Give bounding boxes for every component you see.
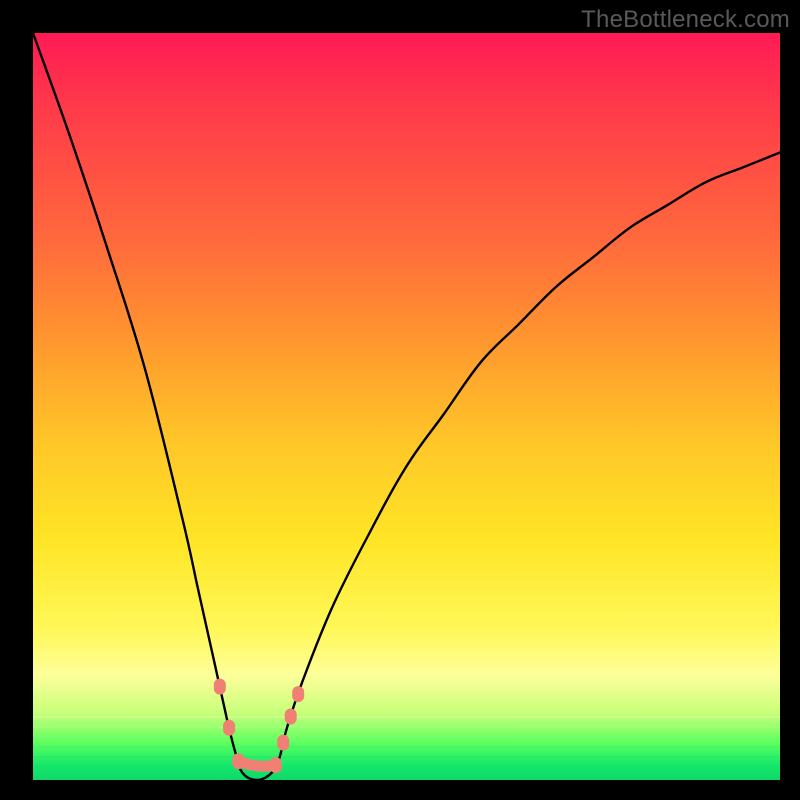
highlight-bead: [223, 720, 235, 736]
highlight-bead: [285, 709, 297, 725]
highlight-bead: [232, 753, 244, 769]
highlight-left-segment: [214, 679, 245, 770]
highlight-bead: [270, 757, 282, 773]
highlight-bead: [277, 735, 289, 751]
highlight-bead: [214, 679, 226, 695]
watermark-text: TheBottleneck.com: [581, 6, 790, 34]
plot-area: [33, 33, 780, 780]
bottleneck-curve-svg: [33, 33, 780, 780]
bottleneck-curve-line: [33, 33, 780, 780]
highlight-bead: [292, 686, 304, 702]
chart-frame: TheBottleneck.com: [0, 0, 800, 800]
